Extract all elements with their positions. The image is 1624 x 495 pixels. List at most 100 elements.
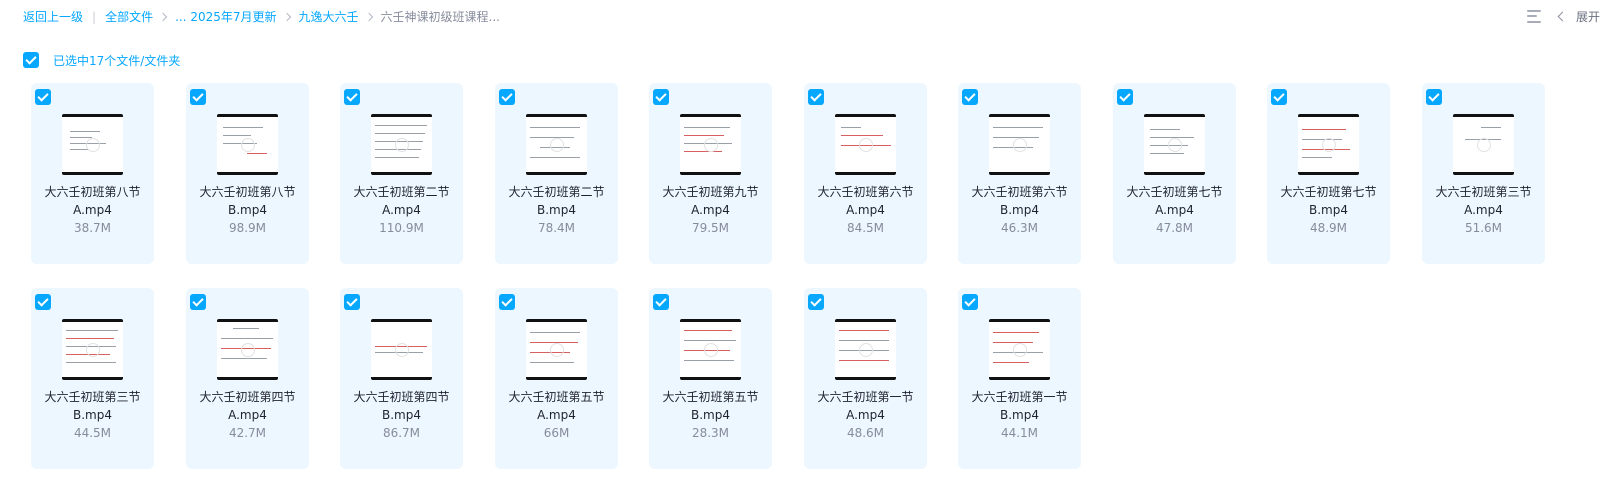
file-tile[interactable]: 大六壬初班第三节 B.mp4 44.5M [31, 288, 154, 469]
file-tile[interactable]: 大六壬初班第六节 A.mp4 84.5M [804, 83, 927, 264]
play-icon [86, 343, 100, 357]
play-icon [1477, 138, 1491, 152]
file-checkbox[interactable] [962, 89, 978, 105]
selection-count: 已选中17个文件/文件夹 [53, 53, 181, 68]
file-name-line-1: 大六壬初班第八节 [199, 185, 296, 199]
video-thumbnail[interactable] [835, 319, 896, 380]
file-size: 86.7M [382, 426, 421, 440]
file-checkbox[interactable] [499, 89, 515, 105]
file-name-line-1: 大六壬初班第一节 [971, 390, 1068, 404]
file-tile[interactable]: 大六壬初班第三节 A.mp4 51.6M [1422, 83, 1545, 264]
file-name: 大六壬初班第三节 A.mp4 [1422, 183, 1545, 219]
file-name-line-1: 大六壬初班第五节 [662, 390, 759, 404]
video-thumbnail[interactable] [680, 319, 741, 380]
file-tile[interactable]: 大六壬初班第四节 A.mp4 42.7M [186, 288, 309, 469]
video-thumbnail[interactable] [1144, 114, 1205, 175]
file-name: 大六壬初班第二节 A.mp4 [340, 183, 463, 219]
play-icon [859, 343, 873, 357]
file-size: 28.3M [691, 426, 730, 440]
file-checkbox[interactable] [35, 294, 51, 310]
video-thumbnail[interactable] [989, 114, 1050, 175]
video-thumbnail[interactable] [1453, 114, 1514, 175]
breadcrumb-jiuyi[interactable]: 九逸大六壬 [299, 8, 359, 25]
file-tile[interactable]: 大六壬初班第四节 B.mp4 86.7M [340, 288, 463, 469]
file-tile[interactable]: 大六壬初班第二节 B.mp4 78.4M [495, 83, 618, 264]
file-checkbox[interactable] [344, 294, 360, 310]
file-name: 大六壬初班第八节 B.mp4 [186, 183, 309, 219]
file-size: 98.9M [228, 221, 267, 235]
play-icon [1013, 343, 1027, 357]
file-checkbox[interactable] [190, 294, 206, 310]
play-icon [86, 138, 100, 152]
chevron-left-icon[interactable] [1557, 11, 1568, 22]
select-all-checkbox[interactable] [23, 52, 39, 68]
file-tile[interactable]: 大六壬初班第一节 B.mp4 44.1M [958, 288, 1081, 469]
file-checkbox[interactable] [962, 294, 978, 310]
video-thumbnail[interactable] [62, 319, 123, 380]
video-thumbnail[interactable] [835, 114, 896, 175]
file-name-line-2: A.mp4 [537, 408, 576, 422]
video-thumbnail[interactable] [526, 114, 587, 175]
play-icon [395, 343, 409, 357]
file-tile[interactable]: 大六壬初班第七节 A.mp4 47.8M [1113, 83, 1236, 264]
file-name-line-1: 大六壬初班第六节 [817, 185, 914, 199]
file-checkbox[interactable] [499, 294, 515, 310]
video-thumbnail[interactable] [62, 114, 123, 175]
file-checkbox[interactable] [1117, 89, 1133, 105]
file-checkbox[interactable] [1271, 89, 1287, 105]
breadcrumb-2025-update[interactable]: ... 2025年7月更新 [175, 8, 276, 25]
video-thumbnail[interactable] [217, 114, 278, 175]
breadcrumb-all-files[interactable]: 全部文件 [105, 8, 153, 25]
file-name: 大六壬初班第七节 B.mp4 [1267, 183, 1390, 219]
chevron-right-icon [282, 12, 291, 21]
video-thumbnail[interactable] [371, 114, 432, 175]
file-checkbox[interactable] [653, 294, 669, 310]
file-name-line-2: A.mp4 [846, 203, 885, 217]
play-icon [1013, 138, 1027, 152]
file-tile[interactable]: 大六壬初班第二节 A.mp4 110.9M [340, 83, 463, 264]
file-name: 大六壬初班第五节 A.mp4 [495, 388, 618, 424]
breadcrumb: 返回上一级 | 全部文件 ... 2025年7月更新 九逸大六壬 六壬神课初级班… [23, 8, 500, 25]
file-name-line-1: 大六壬初班第一节 [817, 390, 914, 404]
file-checkbox[interactable] [35, 89, 51, 105]
file-checkbox[interactable] [190, 89, 206, 105]
file-name-line-2: B.mp4 [537, 203, 576, 217]
file-name-line-2: A.mp4 [1464, 203, 1503, 217]
file-checkbox[interactable] [653, 89, 669, 105]
file-name: 大六壬初班第一节 B.mp4 [958, 388, 1081, 424]
file-tile[interactable]: 大六壬初班第五节 B.mp4 28.3M [649, 288, 772, 469]
video-thumbnail[interactable] [989, 319, 1050, 380]
file-tile[interactable]: 大六壬初班第八节 A.mp4 38.7M [31, 83, 154, 264]
file-checkbox[interactable] [808, 89, 824, 105]
file-name-line-2: B.mp4 [228, 203, 267, 217]
video-thumbnail[interactable] [1298, 114, 1359, 175]
breadcrumb-current: 六壬神课初级班课程... [380, 10, 500, 24]
file-tile[interactable]: 大六壬初班第五节 A.mp4 66M [495, 288, 618, 469]
file-name-line-2: B.mp4 [691, 408, 730, 422]
file-name-line-1: 大六壬初班第六节 [971, 185, 1068, 199]
play-icon [241, 138, 255, 152]
file-tile[interactable]: 大六壬初班第七节 B.mp4 48.9M [1267, 83, 1390, 264]
play-icon [241, 343, 255, 357]
back-link[interactable]: 返回上一级 [23, 8, 83, 25]
video-thumbnail[interactable] [217, 319, 278, 380]
play-icon [1168, 138, 1182, 152]
file-checkbox[interactable] [344, 89, 360, 105]
file-tile[interactable]: 大六壬初班第八节 B.mp4 98.9M [186, 83, 309, 264]
video-thumbnail[interactable] [680, 114, 741, 175]
play-icon [1322, 138, 1336, 152]
video-thumbnail[interactable] [526, 319, 587, 380]
play-icon [704, 343, 718, 357]
file-tile[interactable]: 大六壬初班第九节 A.mp4 79.5M [649, 83, 772, 264]
file-checkbox[interactable] [1426, 89, 1442, 105]
file-name: 大六壬初班第一节 A.mp4 [804, 388, 927, 424]
file-checkbox[interactable] [808, 294, 824, 310]
breadcrumb-divider: | [92, 9, 97, 24]
file-tile[interactable]: 大六壬初班第六节 B.mp4 46.3M [958, 83, 1081, 264]
file-size: 42.7M [228, 426, 267, 440]
file-tile[interactable]: 大六壬初班第一节 A.mp4 48.6M [804, 288, 927, 469]
list-view-icon[interactable] [1526, 10, 1541, 23]
expand-button[interactable]: 展开 [1576, 8, 1600, 25]
file-name-line-2: B.mp4 [1000, 203, 1039, 217]
video-thumbnail[interactable] [371, 319, 432, 380]
